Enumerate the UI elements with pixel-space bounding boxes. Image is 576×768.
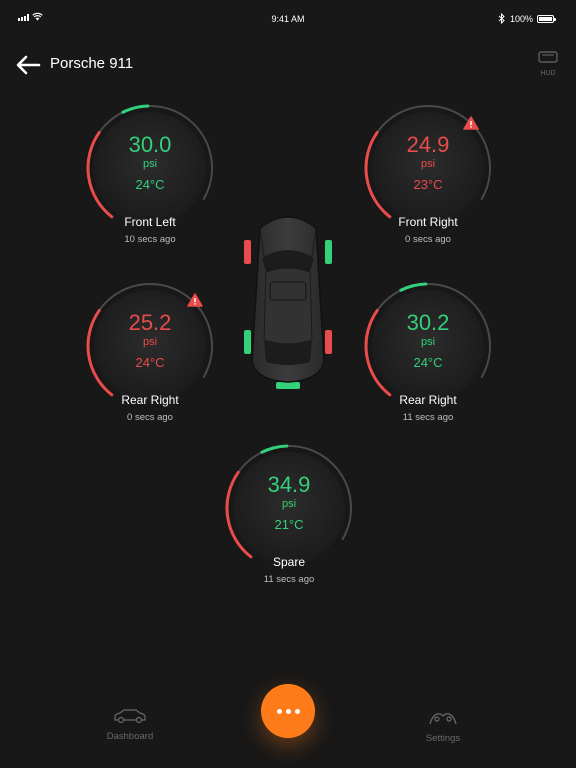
hud-label: HUD bbox=[540, 70, 556, 77]
last-updated: 11 secs ago bbox=[402, 412, 454, 423]
tire-gauge-rear-left[interactable]: 25.2 psi 24°C Rear Right 0 secs ago bbox=[75, 278, 225, 438]
tire-name: Spare bbox=[272, 555, 306, 569]
gauge-ok-zone bbox=[260, 444, 289, 454]
tire-gauge-front-left[interactable]: 30.0 psi 24°C Front Left 10 secs ago bbox=[75, 100, 225, 260]
bluetooth-icon bbox=[498, 13, 505, 24]
temperature-value: 24°C bbox=[135, 177, 165, 192]
warning-icon bbox=[463, 116, 479, 130]
pressure-value: 30.0 bbox=[128, 132, 172, 157]
temperature-value: 24°C bbox=[413, 355, 443, 370]
tire-gauge-rear-right[interactable]: 30.2 psi 24°C Rear Right 11 secs ago bbox=[353, 278, 503, 438]
last-updated: 10 secs ago bbox=[124, 234, 176, 245]
temperature-value: 21°C bbox=[274, 517, 304, 532]
tab-dashboard-label: Dashboard bbox=[106, 731, 154, 742]
battery-percentage: 100% bbox=[510, 14, 534, 24]
tab-settings[interactable]: Settings bbox=[413, 710, 473, 744]
last-updated: 0 secs ago bbox=[405, 234, 451, 245]
page-title: Porsche 911 bbox=[50, 55, 134, 72]
hud-icon bbox=[538, 51, 558, 63]
arrow-left-icon bbox=[16, 55, 41, 75]
status-time: 9:41 AM bbox=[271, 14, 305, 24]
tire-name: Front Right bbox=[398, 215, 458, 229]
tire-name: Rear Right bbox=[399, 393, 457, 407]
car-wheel-spare bbox=[276, 382, 300, 389]
hud-button[interactable]: HUD bbox=[535, 50, 561, 80]
pressure-unit: psi bbox=[420, 336, 436, 348]
more-actions-button[interactable] bbox=[261, 684, 315, 738]
car-wheel-front-left bbox=[244, 240, 251, 264]
gauge-ok-zone bbox=[121, 104, 150, 114]
car-wheel-rear-left bbox=[244, 330, 251, 354]
tab-settings-label: Settings bbox=[425, 733, 461, 744]
tire-gauge-spare[interactable]: 34.9 psi 21°C Spare 11 secs ago bbox=[214, 440, 364, 600]
pressure-value: 30.2 bbox=[406, 310, 450, 335]
status-bar: 9:41 AM 100% bbox=[0, 0, 576, 40]
car-wheel-rear-right bbox=[325, 330, 332, 354]
battery-icon bbox=[537, 15, 556, 23]
temperature-value: 23°C bbox=[413, 177, 443, 192]
pressure-value: 24.9 bbox=[406, 132, 450, 157]
pressure-unit: psi bbox=[142, 336, 158, 348]
pressure-unit: psi bbox=[142, 158, 158, 170]
pressure-value: 25.2 bbox=[128, 310, 172, 335]
more-dot bbox=[294, 708, 300, 714]
back-button[interactable] bbox=[14, 54, 42, 76]
last-updated: 11 secs ago bbox=[263, 574, 315, 585]
gauge-ok-zone bbox=[399, 282, 428, 292]
tire-name: Front Left bbox=[124, 215, 176, 229]
pressure-unit: psi bbox=[281, 498, 297, 510]
warning-icon bbox=[187, 293, 203, 307]
settings-icon bbox=[429, 713, 457, 725]
pressure-value: 34.9 bbox=[267, 472, 311, 497]
car-icon bbox=[114, 709, 146, 724]
last-updated: 0 secs ago bbox=[127, 412, 173, 423]
car-wheel-front-right bbox=[325, 240, 332, 264]
more-dot bbox=[285, 708, 291, 714]
tire-gauge-front-right[interactable]: 24.9 psi 23°C Front Right 0 secs ago bbox=[353, 100, 503, 260]
more-dots-icon bbox=[276, 708, 282, 714]
pressure-unit: psi bbox=[420, 158, 436, 170]
tire-name: Rear Right bbox=[121, 393, 179, 407]
temperature-value: 24°C bbox=[135, 355, 165, 370]
tab-dashboard[interactable]: Dashboard bbox=[100, 708, 160, 742]
car-top-view bbox=[244, 216, 332, 389]
